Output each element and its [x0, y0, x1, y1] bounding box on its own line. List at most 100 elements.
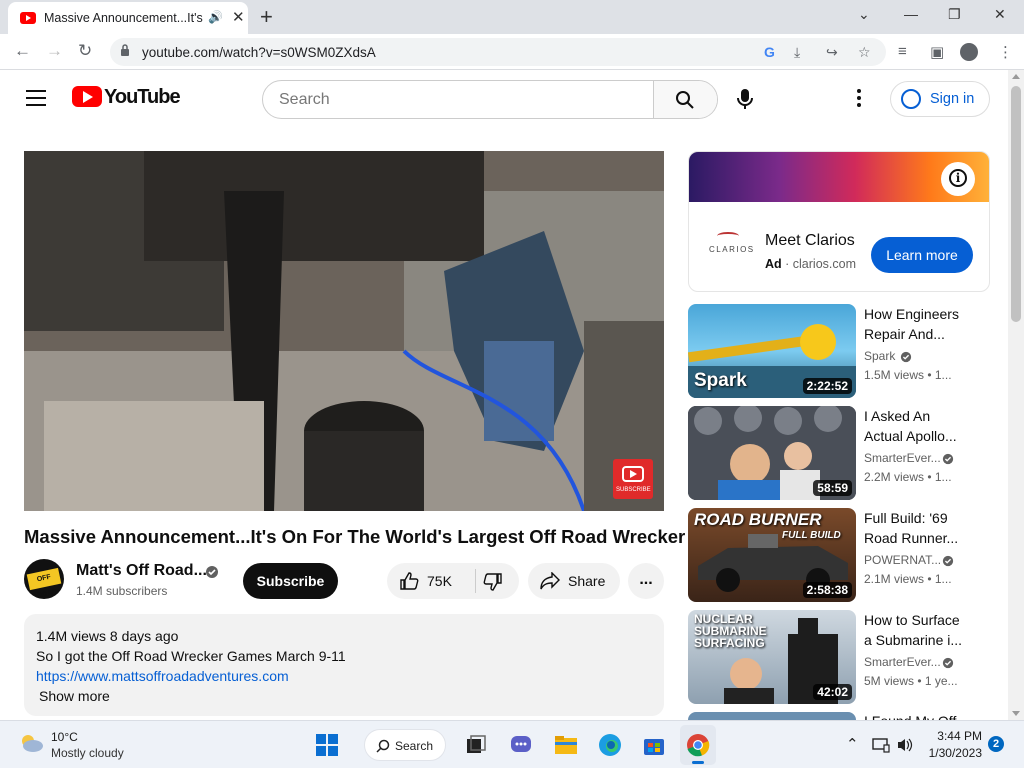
- related-channel[interactable]: SmarterEver...: [864, 451, 941, 465]
- share-page-icon[interactable]: ↪: [826, 44, 838, 61]
- taskbar-search[interactable]: Search: [364, 729, 446, 761]
- related-channel[interactable]: POWERNAT...: [864, 553, 941, 567]
- install-app-icon[interactable]: ⤓: [794, 44, 800, 61]
- settings-kebab-icon[interactable]: [856, 88, 862, 108]
- thumbs-down-icon[interactable]: [483, 572, 503, 592]
- tab-search-chevron-icon[interactable]: ⌄: [858, 6, 870, 23]
- new-tab-button[interactable]: +: [260, 4, 273, 30]
- search-button[interactable]: [653, 81, 717, 118]
- tab-audio-icon[interactable]: 🔊: [208, 10, 223, 24]
- page-scrollbar[interactable]: [1008, 70, 1024, 720]
- related-video[interactable]: Spark 2:22:52 How Engineers Repair And...…: [688, 304, 990, 398]
- related-title[interactable]: How Engineers Repair And...: [864, 304, 974, 344]
- tab-close-icon[interactable]: ✕: [232, 8, 245, 26]
- window-close-button[interactable]: ✕: [994, 6, 1006, 23]
- media-control-icon[interactable]: ≡: [898, 43, 907, 60]
- related-title[interactable]: I Found My Off: [864, 712, 974, 720]
- tab-title: Massive Announcement...It's: [44, 11, 203, 25]
- teams-chat-icon[interactable]: [509, 733, 533, 757]
- related-title[interactable]: Full Build: '69 Road Runner...: [864, 508, 974, 548]
- scroll-up-arrow-icon[interactable]: [1012, 74, 1020, 79]
- back-arrow-icon[interactable]: ←: [14, 41, 31, 61]
- url-text[interactable]: youtube.com/watch?v=s0WSM0ZXdsA: [142, 45, 376, 60]
- ad-card[interactable]: i CLARIOS Meet Clarios Ad · clarios.com …: [688, 151, 990, 292]
- volume-speaker-icon[interactable]: [896, 737, 914, 753]
- weather-condition[interactable]: Mostly cloudy: [51, 746, 124, 760]
- windows-start-icon[interactable]: [315, 733, 339, 757]
- google-translate-icon[interactable]: G: [764, 44, 775, 60]
- views-and-date: 1.4M views 8 days ago: [36, 628, 179, 644]
- video-duration: 2:22:52: [802, 378, 852, 394]
- notification-badge[interactable]: 2: [988, 736, 1004, 752]
- channel-avatar[interactable]: OFF ROAD: [24, 559, 64, 599]
- like-count[interactable]: 75K: [427, 573, 452, 589]
- subscribe-button[interactable]: Subscribe: [243, 563, 338, 599]
- related-channel[interactable]: SmarterEver...: [864, 655, 941, 669]
- related-thumbnail[interactable]: [688, 712, 856, 720]
- description-link[interactable]: https://www.mattsoffroadadventures.com: [36, 668, 289, 684]
- share-label: Share: [568, 573, 606, 589]
- file-explorer-icon[interactable]: [554, 733, 578, 757]
- learn-more-button[interactable]: Learn more: [871, 237, 973, 273]
- side-panel-icon[interactable]: ▣: [930, 43, 944, 61]
- related-channel[interactable]: Spark: [864, 349, 895, 363]
- related-video[interactable]: ROAD BURNER FULL BUILD 2:58:38 Full Buil…: [688, 508, 990, 602]
- related-title[interactable]: How to Surface a Submarine i...: [864, 610, 974, 650]
- search-box[interactable]: Search: [262, 80, 718, 119]
- edge-browser-icon[interactable]: [598, 733, 622, 757]
- microphone-icon[interactable]: [736, 88, 754, 110]
- chrome-menu-icon[interactable]: ⋮: [998, 43, 1013, 61]
- ad-advertiser-name[interactable]: Meet Clarios: [765, 232, 855, 250]
- forward-arrow-icon[interactable]: →: [46, 41, 63, 61]
- youtube-favicon-icon: [20, 12, 36, 24]
- reload-icon[interactable]: ↻: [78, 41, 92, 61]
- ad-meta: Ad · clarios.com: [765, 257, 856, 271]
- hamburger-menu-icon[interactable]: [26, 90, 46, 106]
- more-actions-button[interactable]: ...: [628, 563, 664, 599]
- related-video[interactable]: NUCLEAR SUBMARINE SURFACING 42:02 How to…: [688, 610, 990, 704]
- related-video[interactable]: 58:59 I Asked An Actual Apollo... Smarter…: [688, 406, 990, 500]
- related-title[interactable]: I Asked An Actual Apollo...: [864, 406, 974, 446]
- sign-in-button[interactable]: Sign in: [890, 81, 990, 117]
- share-button[interactable]: Share: [528, 563, 620, 599]
- browser-tab-active[interactable]: Massive Announcement...It's 🔊 ✕: [8, 2, 248, 34]
- bookmark-star-icon[interactable]: ☆: [858, 44, 871, 61]
- tray-chevron-up-icon[interactable]: ⌃: [846, 735, 859, 753]
- profile-avatar-icon[interactable]: [960, 43, 978, 61]
- scrollbar-thumb[interactable]: [1011, 86, 1021, 322]
- thumbnail-overlay-text-3: SURFACING: [694, 636, 765, 650]
- taskbar-time[interactable]: 3:44 PM: [934, 729, 982, 743]
- video-player[interactable]: SUBSCRIBE: [24, 151, 664, 511]
- weather-temperature[interactable]: 10°C: [51, 730, 78, 744]
- address-bar[interactable]: youtube.com/watch?v=s0WSM0ZXdsA G ⤓ ↪ ☆: [110, 38, 886, 66]
- search-input[interactable]: Search: [279, 91, 330, 109]
- related-video[interactable]: I Found My Off: [688, 712, 990, 720]
- network-monitor-icon[interactable]: [872, 737, 890, 753]
- channel-name[interactable]: Matt's Off Road...: [76, 562, 207, 580]
- thumbs-up-icon[interactable]: [399, 571, 419, 591]
- youtube-logo-icon[interactable]: [72, 86, 102, 107]
- description-box[interactable]: 1.4M views 8 days ago So I got the Off R…: [24, 614, 664, 716]
- account-icon: [901, 89, 921, 109]
- related-thumbnail[interactable]: NUCLEAR SUBMARINE SURFACING 42:02: [688, 610, 856, 704]
- task-view-icon[interactable]: [464, 733, 488, 757]
- minimize-button[interactable]: —: [904, 6, 918, 22]
- chrome-browser-icon: [687, 734, 710, 757]
- youtube-logo-text[interactable]: YouTube: [104, 86, 181, 109]
- chrome-taskbar-active[interactable]: [680, 725, 716, 765]
- ad-info-button[interactable]: i: [941, 162, 975, 196]
- restore-button[interactable]: ❐: [948, 6, 961, 23]
- lock-icon[interactable]: [120, 44, 130, 56]
- show-more-button[interactable]: Show more: [39, 688, 110, 704]
- microsoft-store-icon[interactable]: [642, 733, 666, 757]
- subscribe-watermark[interactable]: SUBSCRIBE: [613, 459, 653, 499]
- related-thumbnail[interactable]: ROAD BURNER FULL BUILD 2:58:38: [688, 508, 856, 602]
- related-thumbnail[interactable]: Spark 2:22:52: [688, 304, 856, 398]
- cloud-weather-icon[interactable]: [18, 733, 44, 753]
- related-stats: 1.5M views • 1...: [864, 368, 952, 382]
- taskbar-date[interactable]: 1/30/2023: [922, 746, 982, 760]
- scroll-down-arrow-icon[interactable]: [1012, 711, 1020, 716]
- video-title: Massive Announcement...It's On For The W…: [24, 526, 686, 547]
- subscriber-count: 1.4M subscribers: [76, 584, 168, 598]
- related-thumbnail[interactable]: 58:59: [688, 406, 856, 500]
